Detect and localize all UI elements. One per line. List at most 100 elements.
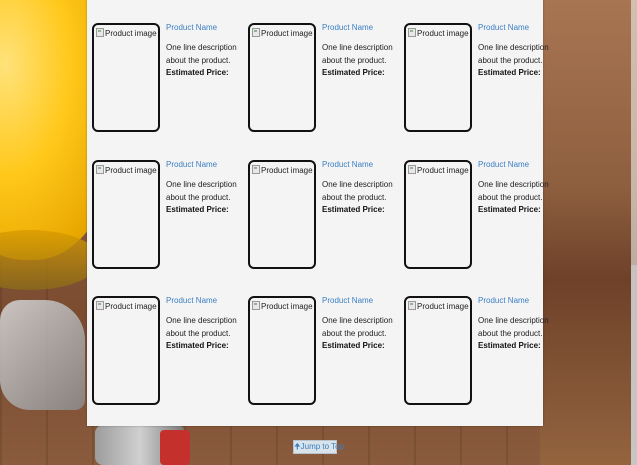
product-name-link[interactable]: Product Name bbox=[322, 296, 402, 306]
product-image[interactable]: Product image bbox=[404, 160, 472, 269]
description-line: One line description bbox=[166, 316, 237, 325]
product-card: Product image Product Name One line desc… bbox=[87, 0, 237, 132]
image-alt-text: Product image bbox=[261, 29, 313, 38]
product-image-alt: Product image bbox=[96, 165, 157, 175]
description-line: about the product. bbox=[166, 329, 231, 338]
product-image-alt: Product image bbox=[408, 301, 469, 311]
product-image[interactable]: Product image bbox=[404, 23, 472, 132]
image-alt-text: Product image bbox=[261, 166, 313, 175]
product-info: Product Name One line description about t… bbox=[322, 296, 402, 352]
product-description: One line description about the product. bbox=[166, 314, 246, 340]
estimated-price-label: Estimated Price: bbox=[322, 341, 385, 350]
description-line: about the product. bbox=[322, 56, 387, 65]
estimated-price-label: Estimated Price: bbox=[166, 341, 229, 350]
estimated-price-label: Estimated Price: bbox=[166, 205, 229, 214]
description-line: about the product. bbox=[478, 193, 543, 202]
product-info: Product Name One line description about t… bbox=[478, 296, 558, 352]
description-line: about the product. bbox=[478, 329, 543, 338]
image-alt-text: Product image bbox=[105, 29, 157, 38]
description-line: One line description bbox=[322, 43, 393, 52]
page-scrollbar[interactable] bbox=[631, 0, 637, 465]
product-name-link[interactable]: Product Name bbox=[322, 160, 402, 170]
image-alt-text: Product image bbox=[417, 302, 469, 311]
product-image-alt: Product image bbox=[252, 301, 313, 311]
image-alt-text: Product image bbox=[417, 29, 469, 38]
estimated-price-label: Estimated Price: bbox=[478, 68, 541, 77]
product-name-link[interactable]: Product Name bbox=[166, 296, 246, 306]
product-description: One line description about the product. bbox=[478, 41, 558, 67]
product-card: Product image Product Name One line desc… bbox=[87, 273, 237, 405]
description-line: One line description bbox=[322, 316, 393, 325]
product-image-alt: Product image bbox=[96, 28, 157, 38]
product-image-alt: Product image bbox=[252, 165, 313, 175]
estimated-price-label: Estimated Price: bbox=[166, 68, 229, 77]
product-description: One line description about the product. bbox=[478, 178, 558, 204]
product-info: Product Name One line description about t… bbox=[166, 160, 246, 216]
product-info: Product Name One line description about t… bbox=[322, 23, 402, 79]
product-description: One line description about the product. bbox=[166, 178, 246, 204]
jump-to-top-button[interactable]: 🠉Jump to Top bbox=[293, 440, 344, 454]
product-image[interactable]: Product image bbox=[248, 160, 316, 269]
product-image-alt: Product image bbox=[252, 28, 313, 38]
product-name-link[interactable]: Product Name bbox=[478, 296, 558, 306]
product-name-link[interactable]: Product Name bbox=[478, 160, 558, 170]
image-alt-text: Product image bbox=[261, 302, 313, 311]
product-info: Product Name One line description about t… bbox=[166, 23, 246, 79]
product-name-link[interactable]: Product Name bbox=[166, 23, 246, 33]
product-name-link[interactable]: Product Name bbox=[478, 23, 558, 33]
product-info: Product Name One line description about t… bbox=[478, 160, 558, 216]
description-line: about the product. bbox=[478, 56, 543, 65]
product-image[interactable]: Product image bbox=[404, 296, 472, 405]
description-line: One line description bbox=[478, 43, 549, 52]
estimated-price-label: Estimated Price: bbox=[322, 68, 385, 77]
broken-image-icon bbox=[408, 28, 416, 37]
product-card: Product image Product Name One line desc… bbox=[243, 137, 393, 269]
broken-image-icon bbox=[408, 301, 416, 310]
description-line: about the product. bbox=[322, 193, 387, 202]
product-image[interactable]: Product image bbox=[92, 160, 160, 269]
jump-to-top-label: Jump to Top bbox=[300, 442, 345, 451]
up-arrow-icon: 🠉 bbox=[294, 442, 301, 451]
image-alt-text: Product image bbox=[105, 166, 157, 175]
product-card: Product image Product Name One line desc… bbox=[399, 273, 549, 405]
product-card: Product image Product Name One line desc… bbox=[243, 0, 393, 132]
glove-image bbox=[0, 300, 85, 410]
product-card: Product image Product Name One line desc… bbox=[243, 273, 393, 405]
estimated-price-label: Estimated Price: bbox=[478, 205, 541, 214]
product-name-link[interactable]: Product Name bbox=[322, 23, 402, 33]
description-line: One line description bbox=[322, 180, 393, 189]
description-line: about the product. bbox=[322, 329, 387, 338]
product-description: One line description about the product. bbox=[478, 314, 558, 340]
product-image[interactable]: Product image bbox=[92, 23, 160, 132]
description-line: One line description bbox=[478, 316, 549, 325]
broken-image-icon bbox=[408, 165, 416, 174]
product-description: One line description about the product. bbox=[322, 41, 402, 67]
product-image[interactable]: Product image bbox=[248, 23, 316, 132]
product-panel: Product image Product Name One line desc… bbox=[87, 0, 549, 426]
description-line: One line description bbox=[166, 43, 237, 52]
product-image-alt: Product image bbox=[408, 165, 469, 175]
product-description: One line description about the product. bbox=[322, 178, 402, 204]
product-description: One line description about the product. bbox=[322, 314, 402, 340]
product-name-link[interactable]: Product Name bbox=[166, 160, 246, 170]
broken-image-icon bbox=[96, 301, 104, 310]
product-image-alt: Product image bbox=[408, 28, 469, 38]
product-grid: Product image Product Name One line desc… bbox=[87, 0, 549, 426]
description-line: One line description bbox=[478, 180, 549, 189]
product-info: Product Name One line description about t… bbox=[478, 23, 558, 79]
broken-image-icon bbox=[96, 165, 104, 174]
broken-image-icon bbox=[96, 28, 104, 37]
broken-image-icon bbox=[252, 165, 260, 174]
tool-handle-image bbox=[160, 430, 190, 465]
product-info: Product Name One line description about t… bbox=[166, 296, 246, 352]
product-info: Product Name One line description about t… bbox=[322, 160, 402, 216]
description-line: about the product. bbox=[166, 56, 231, 65]
product-image[interactable]: Product image bbox=[92, 296, 160, 405]
product-image-alt: Product image bbox=[96, 301, 157, 311]
product-card: Product image Product Name One line desc… bbox=[87, 137, 237, 269]
scrollbar-thumb[interactable] bbox=[631, 265, 637, 465]
product-description: One line description about the product. bbox=[166, 41, 246, 67]
broken-image-icon bbox=[252, 301, 260, 310]
product-image[interactable]: Product image bbox=[248, 296, 316, 405]
estimated-price-label: Estimated Price: bbox=[322, 205, 385, 214]
